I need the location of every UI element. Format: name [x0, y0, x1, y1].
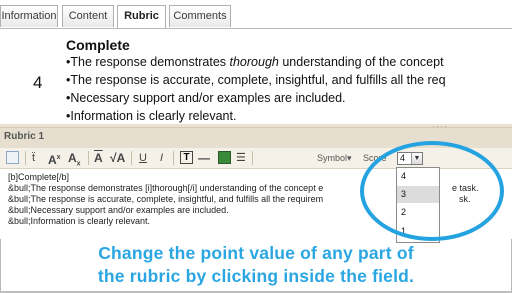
toolbar-separator [252, 151, 253, 165]
page-icon[interactable] [6, 151, 19, 164]
toolbar-separator [88, 151, 89, 165]
preview-bullet: •The response demonstrates thorough unde… [66, 55, 444, 69]
root-icon[interactable]: √A [110, 150, 125, 166]
toolbar-separator [173, 151, 174, 165]
italic-icon[interactable]: I [160, 150, 163, 166]
tab-information[interactable]: Information [0, 5, 58, 27]
horizontal-rule-icon[interactable]: — [198, 150, 210, 166]
rubric-preview: 4 Complete •The response demonstrates th… [0, 29, 512, 125]
highlight-circle [360, 141, 504, 241]
preview-title: Complete [66, 37, 130, 53]
underline-icon[interactable]: U [139, 150, 147, 166]
symbol-menu[interactable]: Symbol▾ [317, 153, 352, 164]
toolbar-separator [25, 151, 26, 165]
caption-line-2: the rubric by clicking inside the field. [97, 266, 415, 286]
tab-bar: Information Content Rubric Comments [0, 0, 512, 29]
caption-line-1: Change the point value of any part of [98, 243, 414, 263]
rubric-section-label: Rubric 1 [4, 131, 45, 142]
tab-content[interactable]: Content [62, 5, 114, 27]
tab-rubric[interactable]: Rubric [117, 5, 166, 28]
source-line: &bull;Information is clearly relevant. [8, 216, 151, 226]
strikethrough-icon[interactable]: ẗ [32, 150, 35, 166]
list-icon[interactable]: ☰ [236, 150, 246, 166]
preview-score: 4 [33, 73, 43, 92]
source-line: [b]Complete[/b] [8, 172, 70, 182]
preview-bullet: •Necessary support and/or examples are i… [66, 91, 346, 105]
preview-bullet: •The response is accurate, complete, ins… [66, 73, 446, 87]
preview-bullet: •Information is clearly relevant. [66, 109, 237, 123]
image-icon[interactable] [218, 151, 231, 164]
overline-icon[interactable]: A [94, 150, 103, 166]
tab-comments[interactable]: Comments [169, 5, 231, 27]
superscript-icon[interactable]: Ax [48, 150, 61, 168]
text-box-icon[interactable]: T [180, 151, 193, 164]
toolbar-separator [131, 151, 132, 165]
source-line: &bull;The response demonstrates [i]thoro… [8, 183, 324, 193]
source-line: &bull;Necessary support and/or examples … [8, 205, 229, 215]
source-line: &bull;The response is accurate, complete… [8, 194, 324, 204]
